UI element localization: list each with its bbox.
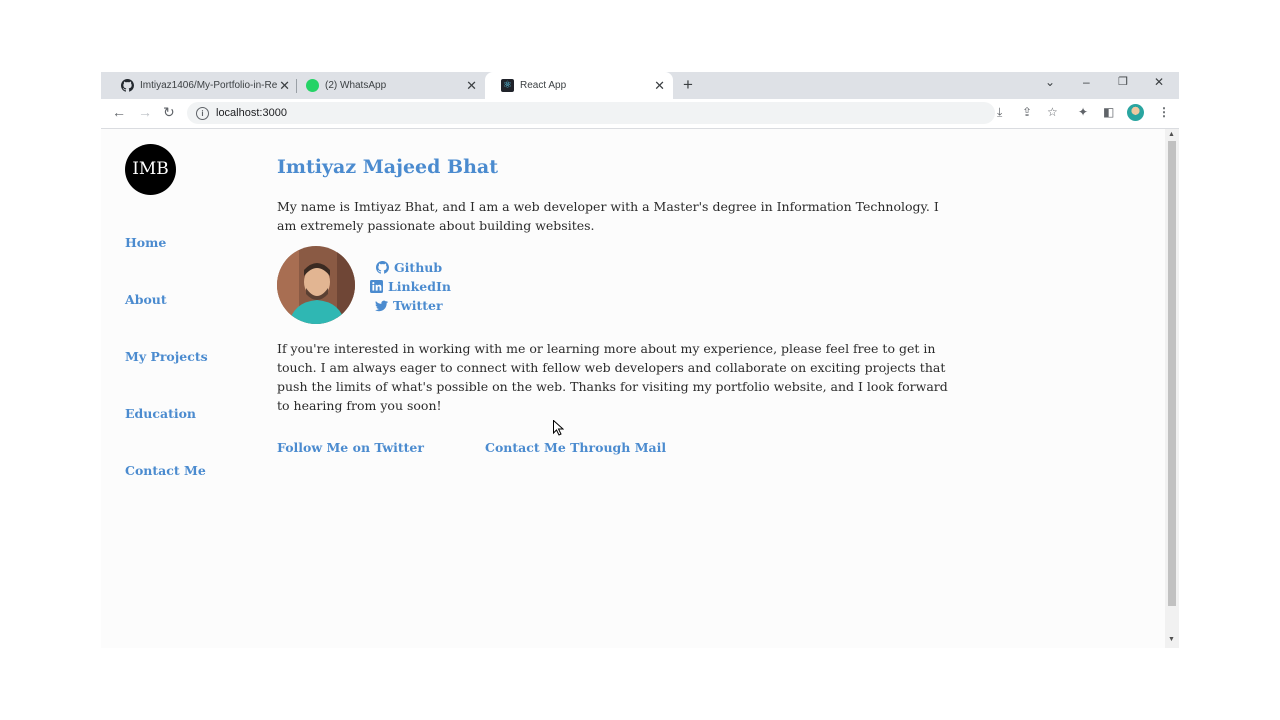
browser-window: Imtiyaz1406/My-Portfolio-in-Re ✕ (2) Wha… — [101, 72, 1179, 648]
tab-react-app[interactable]: ⚛ React App ✕ — [485, 72, 673, 99]
vertical-scrollbar[interactable]: ▲ ▼ — [1165, 129, 1179, 648]
tab-title: Imtiyaz1406/My-Portfolio-in-Re — [140, 80, 278, 91]
github-icon — [121, 79, 134, 92]
share-icon[interactable]: ⇪ — [1022, 105, 1032, 119]
browser-toolbar: ← → ↻ i localhost:3000 ⤓ ⇪ ☆ ✦ ◧ ⋮ — [101, 99, 1179, 129]
tab-whatsapp[interactable]: (2) WhatsApp ✕ — [290, 72, 485, 99]
tab-github[interactable]: Imtiyaz1406/My-Portfolio-in-Re ✕ — [105, 72, 298, 99]
twitter-label: Twitter — [393, 298, 443, 313]
scroll-down-arrow-icon[interactable]: ▼ — [1168, 636, 1175, 643]
close-tab-icon[interactable]: ✕ — [466, 78, 477, 94]
github-icon — [376, 261, 389, 274]
minimize-button[interactable]: – — [1083, 75, 1090, 89]
page-viewport: IMB Home About My Projects Education Con… — [101, 129, 1165, 648]
extensions-puzzle-icon[interactable]: ✦ — [1078, 105, 1088, 119]
page-title: Imtiyaz Majeed Bhat — [277, 156, 498, 178]
nav-my-projects[interactable]: My Projects — [125, 349, 208, 364]
whatsapp-icon — [306, 79, 319, 92]
profile-photo — [277, 246, 355, 324]
tab-strip: Imtiyaz1406/My-Portfolio-in-Re ✕ (2) Wha… — [101, 72, 1179, 99]
scroll-up-arrow-icon[interactable]: ▲ — [1168, 131, 1175, 138]
close-tab-icon[interactable]: ✕ — [654, 78, 665, 94]
linkedin-link[interactable]: LinkedIn — [370, 279, 451, 294]
contact-mail-link[interactable]: Contact Me Through Mail — [485, 440, 666, 455]
linkedin-label: LinkedIn — [388, 279, 451, 294]
nav-about[interactable]: About — [125, 292, 167, 307]
tab-search-chevron-icon[interactable]: ⌄ — [1045, 75, 1055, 89]
close-window-button[interactable]: ✕ — [1154, 75, 1164, 89]
menu-kebab-icon[interactable]: ⋮ — [1158, 105, 1170, 119]
github-label: Github — [394, 260, 443, 275]
site-info-icon[interactable]: i — [196, 106, 209, 120]
back-arrow-icon[interactable]: ← — [112, 104, 126, 120]
reload-icon[interactable]: ↻ — [163, 104, 175, 121]
mouse-cursor-icon — [553, 420, 564, 436]
site-logo[interactable]: IMB — [125, 144, 176, 195]
contact-paragraph: If you're interested in working with me … — [277, 341, 948, 413]
nav-contact-me[interactable]: Contact Me — [125, 463, 206, 478]
close-tab-icon[interactable]: ✕ — [279, 78, 290, 94]
nav-education[interactable]: Education — [125, 406, 196, 421]
scrollbar-thumb[interactable] — [1168, 141, 1176, 606]
bookmark-star-icon[interactable]: ☆ — [1047, 105, 1058, 119]
nav-home[interactable]: Home — [125, 235, 166, 250]
intro-paragraph: My name is Imtiyaz Bhat, and I am a web … — [277, 199, 939, 233]
profile-avatar-icon[interactable] — [1127, 104, 1144, 121]
twitter-icon — [375, 300, 388, 311]
url-text: localhost:3000 — [216, 107, 287, 119]
react-icon: ⚛ — [501, 79, 514, 92]
install-app-icon[interactable]: ⤓ — [997, 105, 1002, 120]
linkedin-icon — [370, 280, 383, 293]
address-bar[interactable]: i localhost:3000 — [187, 102, 995, 124]
twitter-link[interactable]: Twitter — [375, 298, 443, 313]
new-tab-button[interactable]: + — [683, 75, 693, 95]
tab-title: React App — [520, 80, 567, 91]
restore-button[interactable]: ❐ — [1118, 75, 1128, 88]
side-panel-icon[interactable]: ◧ — [1103, 105, 1114, 119]
github-link[interactable]: Github — [376, 260, 442, 275]
tab-title: (2) WhatsApp — [325, 80, 387, 91]
follow-twitter-link[interactable]: Follow Me on Twitter — [277, 440, 424, 455]
forward-arrow-icon[interactable]: → — [138, 104, 152, 120]
